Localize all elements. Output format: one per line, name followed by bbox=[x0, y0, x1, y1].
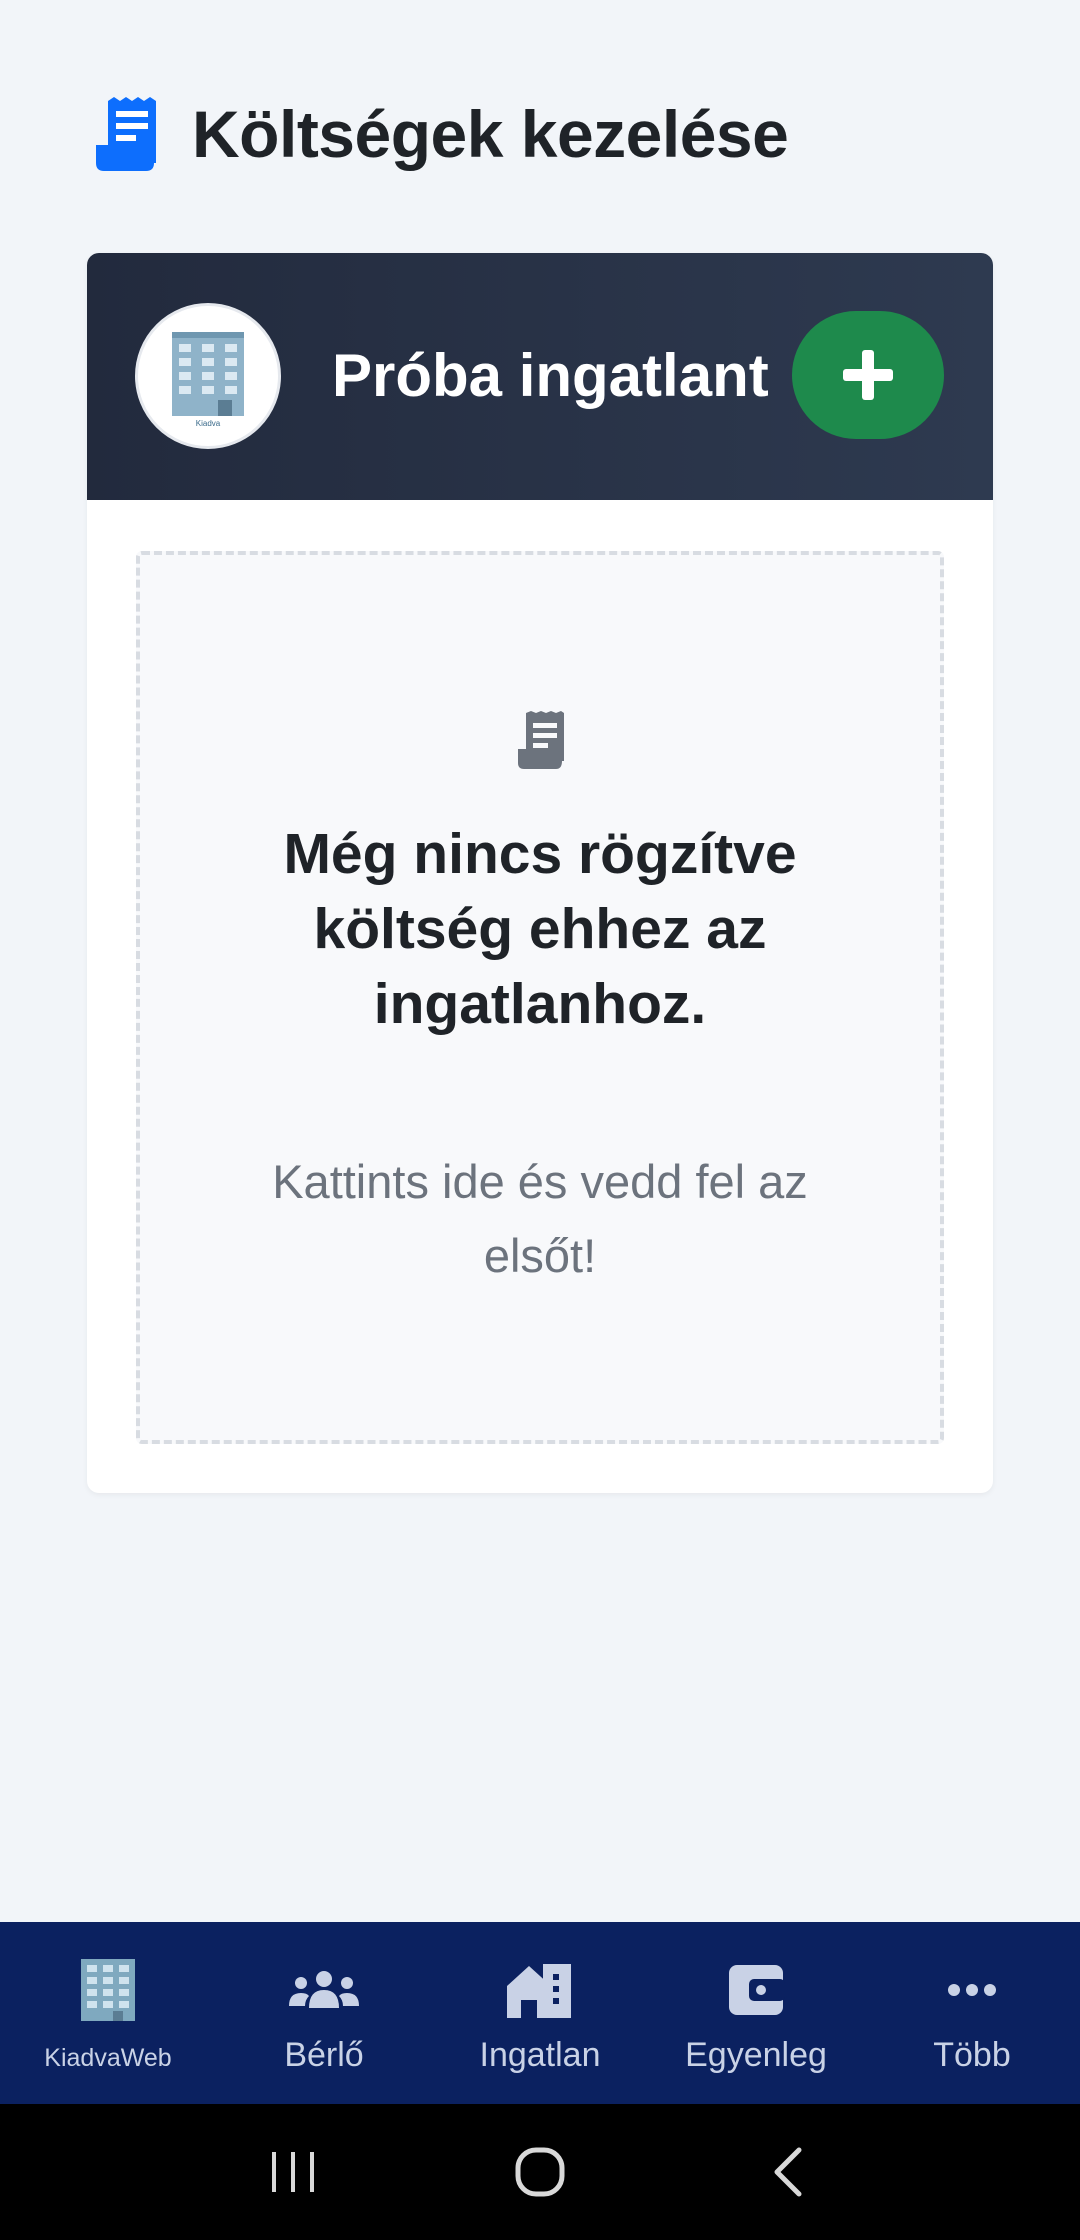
nav-label: KiadvaWeb bbox=[44, 2044, 172, 2072]
back-button[interactable] bbox=[737, 2132, 837, 2212]
nav-label: Bérlő bbox=[284, 2036, 364, 2074]
nav-item-tobb[interactable]: Több bbox=[864, 1922, 1080, 2104]
bottom-nav: KiadvaWeb Bérlő Ingatlan Egyenleg Több bbox=[0, 1922, 1080, 2104]
building-logo-icon bbox=[81, 1959, 135, 2021]
recent-apps-icon bbox=[272, 2152, 315, 2192]
nav-label: Egyenleg bbox=[685, 2036, 827, 2074]
page-title: Költségek kezelése bbox=[192, 97, 789, 171]
receipt-icon bbox=[96, 97, 156, 171]
wallet-icon bbox=[729, 1965, 785, 2015]
nav-item-kiadvaweb[interactable]: KiadvaWeb bbox=[0, 1922, 216, 2104]
home-icon bbox=[515, 2147, 565, 2197]
nav-label: Ingatlan bbox=[479, 2036, 601, 2074]
ellipsis-icon bbox=[948, 1984, 996, 1996]
building-icon: Kiadva bbox=[172, 332, 244, 428]
add-expense-button[interactable] bbox=[792, 311, 944, 439]
empty-state-subtitle: Kattints ide és vedd fel az elsőt! bbox=[272, 1155, 808, 1282]
empty-state-add-expense[interactable]: Még nincs rögzítve költség ehhez az inga… bbox=[136, 551, 944, 1444]
recent-apps-button[interactable] bbox=[243, 2132, 343, 2212]
receipt-icon bbox=[518, 711, 564, 769]
page-header: Költségek kezelése bbox=[94, 96, 789, 172]
back-icon bbox=[774, 2147, 802, 2197]
property-card: Kiadva Próba ingatlant Még nincs rögzítv… bbox=[87, 253, 993, 1493]
nav-item-berlo[interactable]: Bérlő bbox=[216, 1922, 432, 2104]
property-card-header: Kiadva Próba ingatlant bbox=[87, 253, 993, 500]
nav-label: Több bbox=[933, 2036, 1011, 2074]
house-icon bbox=[507, 1964, 571, 2018]
home-button[interactable] bbox=[490, 2132, 590, 2212]
plus-icon bbox=[843, 350, 893, 400]
empty-state-title: Még nincs rögzítve költség ehhez az inga… bbox=[283, 822, 797, 1036]
nav-item-egyenleg[interactable]: Egyenleg bbox=[648, 1922, 864, 2104]
system-nav-bar bbox=[0, 2104, 1080, 2240]
avatar-caption: Kiadva bbox=[196, 419, 221, 428]
nav-item-ingatlan[interactable]: Ingatlan bbox=[432, 1922, 648, 2104]
users-icon bbox=[289, 1971, 359, 2008]
property-name: Próba ingatlant bbox=[332, 342, 769, 409]
property-avatar: Kiadva bbox=[135, 303, 281, 449]
